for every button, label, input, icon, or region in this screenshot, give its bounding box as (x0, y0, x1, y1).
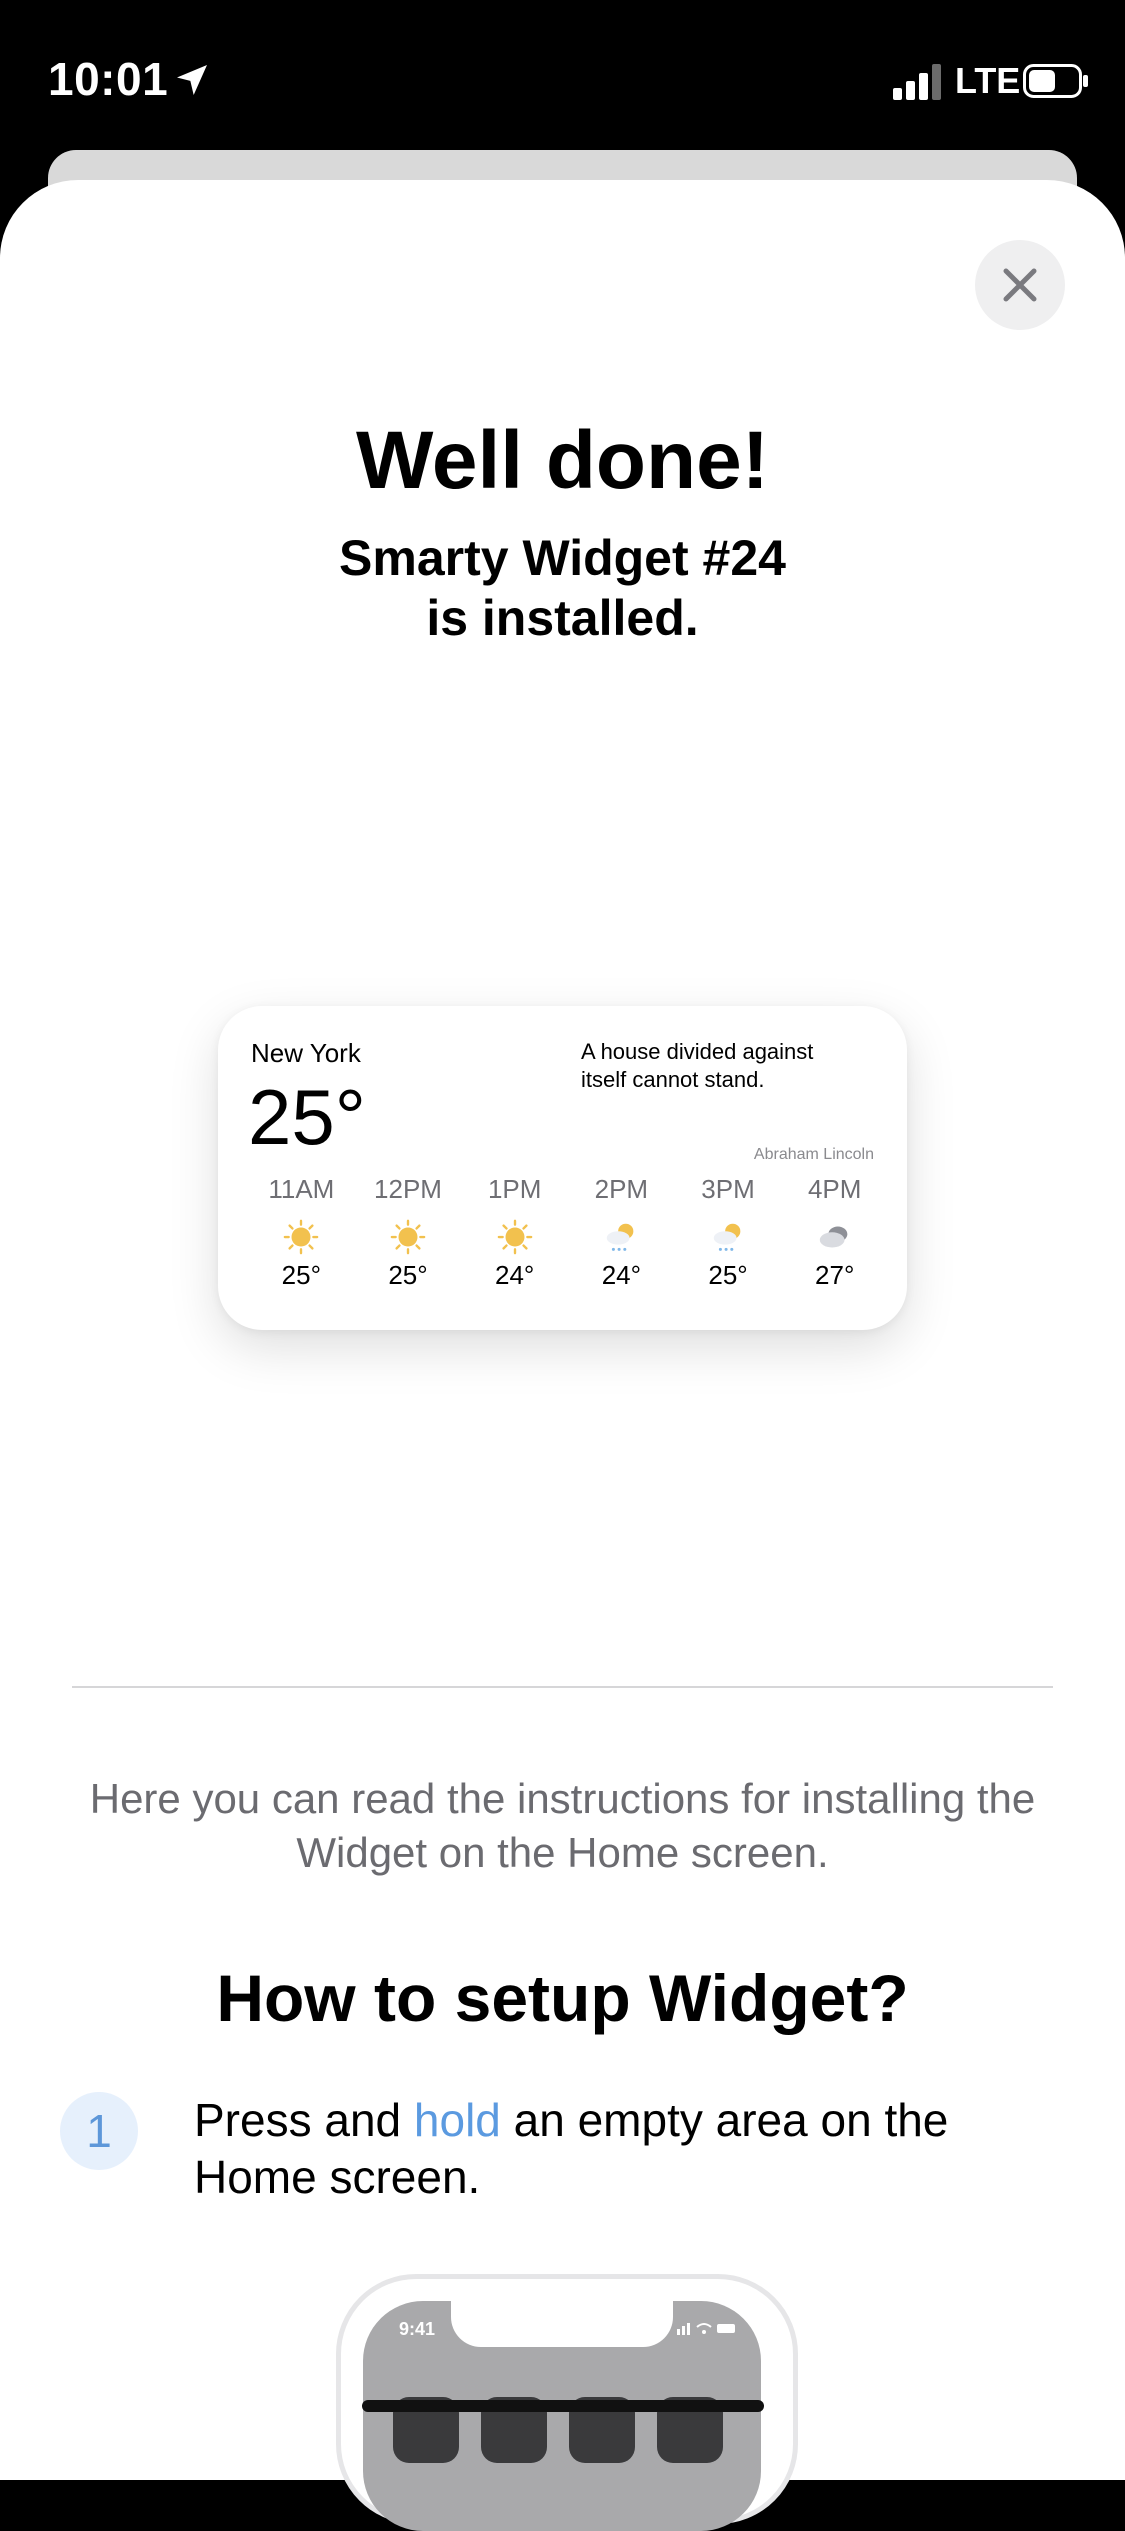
status-time: 10:01 (48, 53, 169, 105)
forecast-temp: 24° (495, 1260, 535, 1290)
forecast-time: 1PM (487, 1174, 542, 1204)
subtitle-line-2: is installed. (426, 590, 699, 646)
phone-notch (451, 2301, 673, 2347)
sun-icon (497, 1219, 533, 1255)
page-subtitle: Smarty Widget #24 is installed. (0, 528, 1125, 648)
battery-icon (1023, 64, 1088, 98)
forecast-temp: 25° (708, 1260, 748, 1290)
page-title: Well done! (355, 415, 770, 506)
phone-screen: 9:41 (363, 2301, 761, 2531)
location-arrow-icon (177, 65, 207, 95)
forecast-temp: 27° (815, 1260, 855, 1290)
forecast-hour: 4PM 27° (781, 1174, 888, 1291)
close-icon (1003, 268, 1037, 302)
forecast-hour: 11AM 25° (248, 1174, 355, 1291)
phone-status-icons (677, 2323, 735, 2335)
instructions-text: Here you can read the instructions for i… (89, 1775, 1036, 1876)
forecast-hour: 12PM 25° (355, 1174, 462, 1291)
forecast-hour: 3PM 25° (675, 1174, 782, 1291)
forecast-time: 2PM (594, 1174, 649, 1204)
network-type: LTE (955, 60, 1021, 101)
step-text-before: Press and (194, 2094, 402, 2146)
step-text: Press and hold an empty area on the Home… (194, 2092, 1074, 2206)
forecast-temp: 25° (388, 1260, 428, 1290)
partly-cloudy-rain-icon (713, 1223, 741, 1251)
forecast-time: 12PM (374, 1174, 442, 1204)
cloud-icon (819, 1226, 848, 1248)
subtitle-line-1: Smarty Widget #24 (339, 530, 786, 586)
setup-heading: How to setup Widget? (216, 1961, 909, 2035)
forecast-time: 11AM (268, 1174, 335, 1204)
signal-icon (893, 64, 941, 100)
weather-quote-widget[interactable]: New York 25° A house divided against its… (218, 1006, 907, 1330)
step-number-badge: 1 (60, 2092, 138, 2170)
status-bar: 10:01 LTE (0, 0, 1125, 150)
close-button[interactable] (975, 240, 1065, 330)
forecast-temp: 24° (601, 1260, 642, 1290)
widget-temperature: 25° (248, 1073, 366, 1161)
quote-line-2: itself cannot stand. (581, 1067, 765, 1092)
phone-time: 9:41 (399, 2319, 436, 2339)
home-indicator[interactable] (362, 2400, 764, 2412)
widget-quote-author: Abraham Lincoln (753, 1146, 874, 1163)
forecast-hour: 2PM 24° (568, 1174, 675, 1291)
divider (72, 1686, 1053, 1688)
forecast-time: 3PM (701, 1174, 755, 1204)
forecast-time: 4PM (807, 1174, 862, 1204)
widget-quote: A house divided against itself cannot st… (581, 1038, 881, 1094)
forecast-hour: 1PM 24° (461, 1174, 568, 1291)
widget-city: New York (251, 1038, 361, 1068)
forecast-temp: 25° (281, 1260, 321, 1290)
phone-illustration: 9:41 (336, 2274, 798, 2531)
sun-icon (283, 1219, 319, 1255)
sun-icon (390, 1219, 426, 1255)
quote-line-1: A house divided against (581, 1039, 814, 1064)
hourly-forecast: 11AM 25° 12PM 25° 1PM 24° 2PM 24° 3PM 25… (248, 1174, 888, 1291)
step-highlight: hold (413, 2094, 501, 2146)
partly-cloudy-rain-icon (607, 1223, 634, 1251)
